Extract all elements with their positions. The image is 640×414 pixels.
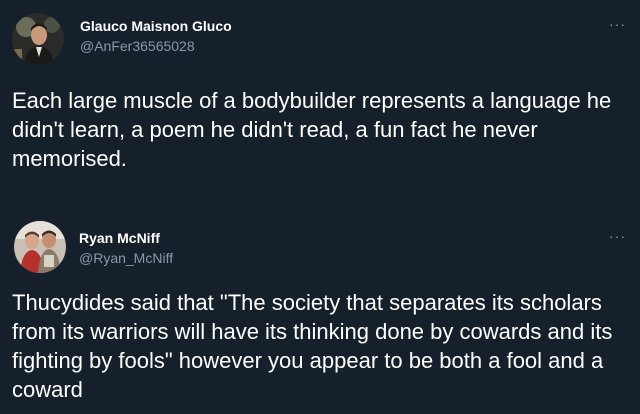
tweet[interactable]: Glauco Maisnon Gluco @AnFer36565028 ··· … (0, 0, 640, 190)
tweet[interactable]: Ryan McNiff @Ryan_McNiff ··· Thucydides … (0, 200, 640, 414)
user-avatar-icon[interactable] (12, 13, 64, 65)
user-handle[interactable]: @AnFer36565028 (80, 38, 195, 54)
user-avatar-icon[interactable] (14, 221, 66, 273)
tweet-text: Each large muscle of a bodybuilder repre… (12, 88, 612, 171)
display-name[interactable]: Glauco Maisnon Gluco (80, 18, 232, 34)
more-options-icon[interactable]: ··· (609, 228, 626, 244)
display-name[interactable]: Ryan McNiff (79, 230, 160, 246)
more-options-icon[interactable]: ··· (609, 16, 626, 32)
user-handle[interactable]: @Ryan_McNiff (79, 250, 173, 266)
tweet-text: Thucydides said that "The society that s… (12, 290, 613, 402)
